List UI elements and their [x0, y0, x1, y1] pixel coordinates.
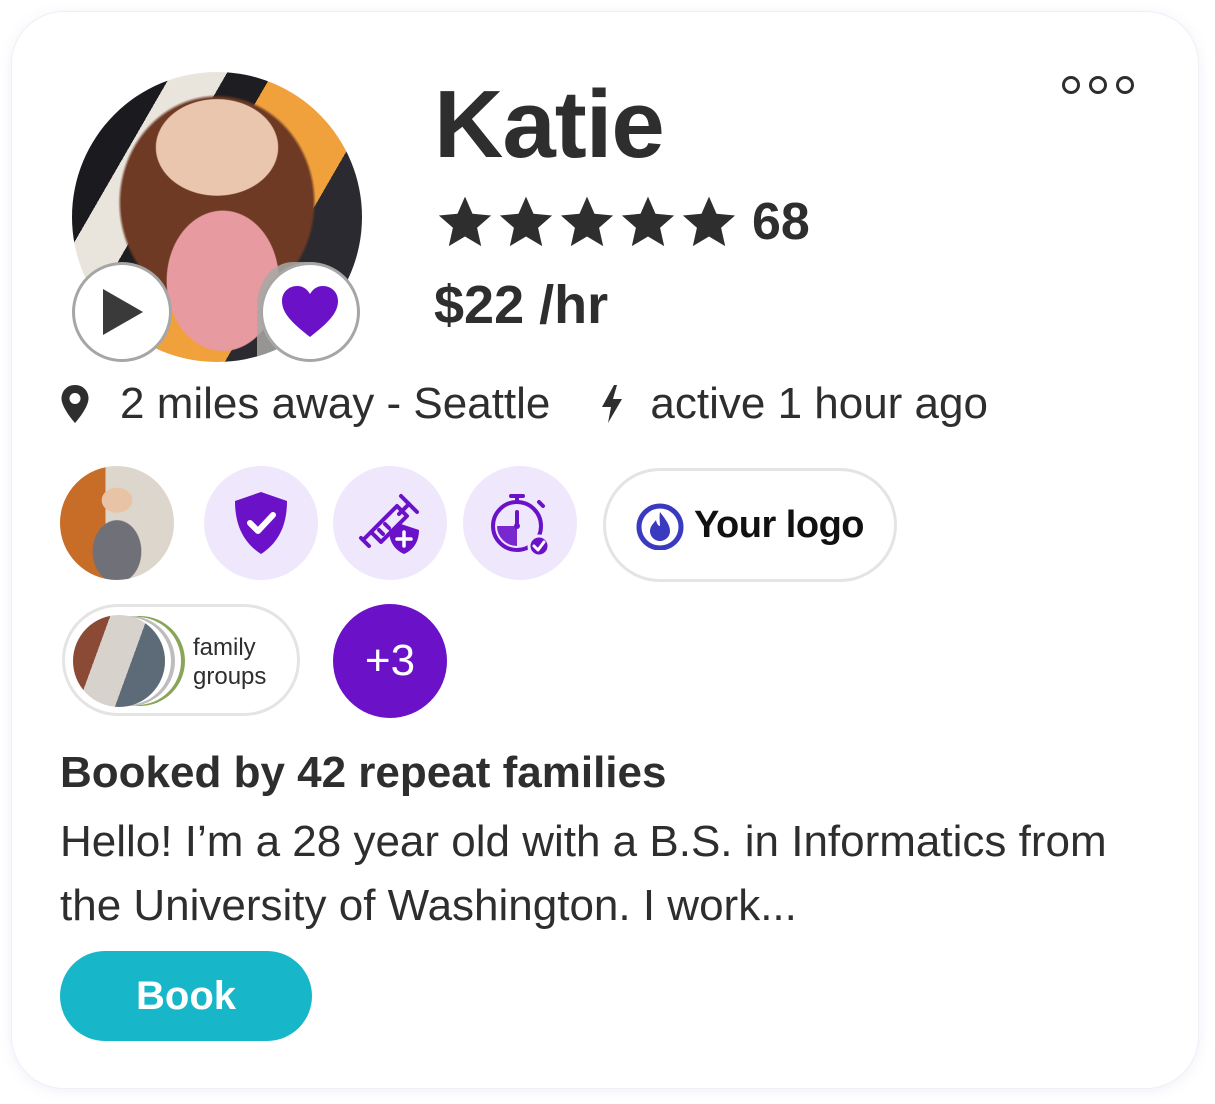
caregiver-name: Katie	[434, 71, 665, 178]
stopwatch-check-icon	[491, 494, 551, 556]
location-pin-icon	[61, 385, 89, 423]
star-rating	[436, 193, 738, 251]
partner-logo-badge[interactable]: Your logo	[603, 468, 897, 582]
star-icon	[499, 196, 553, 247]
family-groups-badge[interactable]: family groups	[62, 604, 300, 716]
rating: 68	[436, 190, 810, 254]
family-groups-label-line1: family	[193, 634, 256, 661]
more-dot-icon	[1062, 76, 1080, 94]
distance-text: 2 miles away - Seattle	[120, 379, 551, 428]
activity-text: active 1 hour ago	[650, 379, 988, 428]
star-icon	[682, 196, 736, 247]
bio-text: Hello! I’m a 28 year old with a B.S. in …	[60, 817, 1107, 930]
vaccine-syringe-icon	[359, 494, 419, 554]
star-icon	[438, 196, 492, 247]
partner-logo-text: Your logo	[694, 503, 865, 546]
more-dot-icon	[1089, 76, 1107, 94]
favorite-button[interactable]	[260, 262, 360, 362]
verified-photo-badge[interactable]	[60, 466, 174, 580]
review-count[interactable]: 68	[752, 192, 810, 252]
play-icon	[103, 289, 143, 335]
play-video-button[interactable]	[72, 262, 172, 362]
family-groups-label-line2: groups	[193, 663, 267, 690]
star-icon	[621, 196, 675, 247]
star-icon	[560, 196, 614, 247]
meta-row: 2 miles away - Seattle active 1 hour ago	[60, 376, 988, 432]
repeat-families-text: Booked by 42 repeat families	[60, 748, 667, 797]
flame-logo-icon	[636, 503, 684, 550]
family-groups-label: family groups	[193, 633, 266, 691]
more-options-button[interactable]	[1062, 76, 1134, 94]
heart-icon	[282, 286, 338, 337]
more-dot-icon	[1116, 76, 1134, 94]
more-badges-button[interactable]: +3	[333, 604, 447, 718]
hourly-rate: $22 /hr	[434, 275, 609, 335]
background-check-badge[interactable]	[204, 466, 318, 580]
shield-check-icon	[235, 492, 287, 554]
lightning-bolt-icon	[602, 385, 623, 423]
book-button[interactable]: Book	[60, 951, 312, 1041]
group-photos	[73, 615, 165, 707]
vaccinated-badge[interactable]	[333, 466, 447, 580]
punctual-badge[interactable]	[463, 466, 577, 580]
